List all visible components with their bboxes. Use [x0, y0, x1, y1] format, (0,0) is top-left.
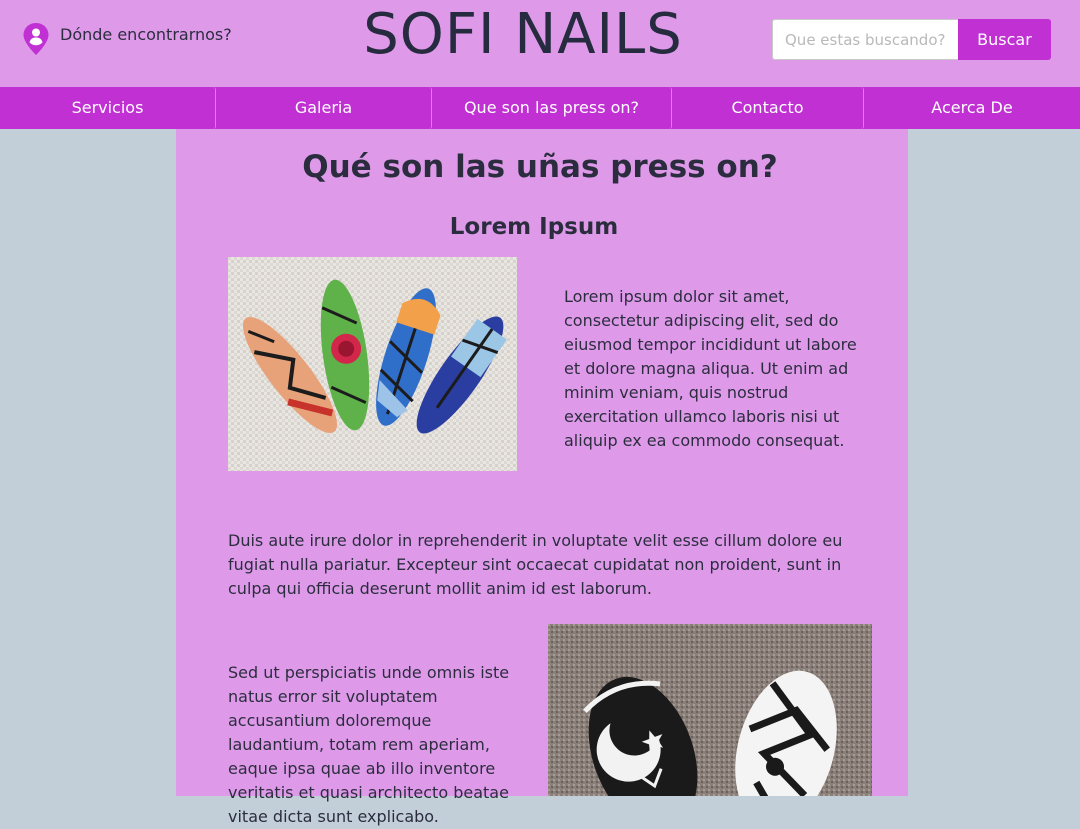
main-nav: Servicios Galeria Que son las press on? …	[0, 87, 1080, 129]
nav-item-press-on[interactable]: Que son las press on?	[432, 87, 672, 129]
paragraph-details: Duis aute irure dolor in reprehenderit i…	[228, 531, 843, 598]
search-input[interactable]	[772, 19, 958, 60]
nav-item-acerca-de[interactable]: Acerca De	[864, 87, 1080, 129]
nav-item-contacto[interactable]: Contacto	[672, 87, 864, 129]
content-panel: Qué son las uñas press on? Lorem Ipsum L…	[176, 129, 908, 826]
section-subtitle: Lorem Ipsum	[449, 214, 619, 240]
press-on-nails-colorful-image	[228, 257, 517, 471]
nav-item-servicios[interactable]: Servicios	[0, 87, 216, 129]
search-bar: Buscar	[772, 19, 1051, 60]
site-header: Dónde encontrarnos? SOFI NAILS Buscar	[0, 0, 1080, 87]
page-title: Qué son las uñas press on?	[302, 149, 778, 185]
press-on-nails-black-white-image	[548, 624, 872, 796]
paragraph-more: Sed ut perspiciatis unde omnis iste natu…	[228, 663, 510, 826]
paragraph-intro: Lorem ipsum dolor sit amet, consectetur …	[564, 287, 857, 450]
nav-item-galeria[interactable]: Galeria	[216, 87, 432, 129]
search-button[interactable]: Buscar	[958, 19, 1051, 60]
